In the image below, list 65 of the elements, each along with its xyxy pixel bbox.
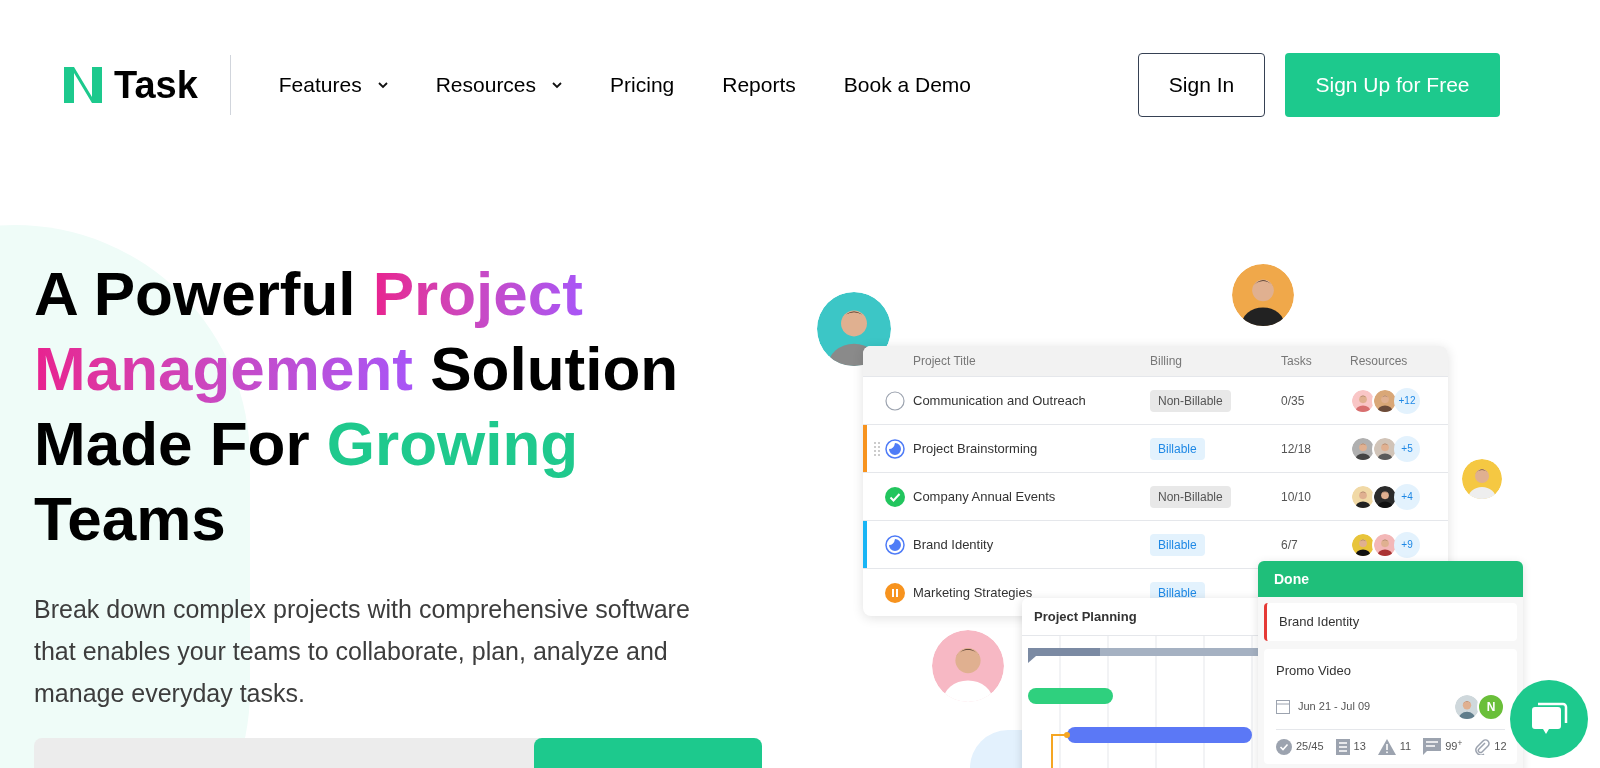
hero-description: Break down complex projects with comprehensive software that enables your teams to collaborate, plan, analyze and manage everyday tasks. [34, 594, 691, 709]
task-count: 10/10 [1281, 488, 1313, 506]
stat-count: 13 [1353, 739, 1366, 755]
task-count: 6/7 [1281, 536, 1299, 554]
drag-handle-icon[interactable] [873, 440, 881, 457]
column-title: Done [1274, 569, 1309, 589]
billing-tag: Non-Billable [1150, 389, 1231, 412]
avatar: N [1477, 692, 1505, 721]
avatar [1350, 387, 1376, 414]
heading-text: Solution [429, 334, 679, 403]
task-card[interactable]: Promo Video Jun 21 - Jul 09 N 25/45 13 11 99$^{+}$ 12 [1264, 649, 1517, 764]
nav-link[interactable]: Pricing [610, 69, 675, 101]
project-title: Company Annual Events [913, 487, 1057, 506]
billing-tag: Non-Billable [1150, 485, 1231, 508]
stat-count: 99$^{+}$ [1445, 738, 1463, 755]
list-icon [1335, 738, 1350, 755]
more-count: +12 [1394, 387, 1420, 414]
nav-link[interactable]: Features [278, 69, 388, 101]
nav-link[interactable]: Resources [435, 69, 563, 101]
heading-text: A Powerful [34, 259, 357, 328]
warning-icon [1377, 738, 1396, 755]
billing-tag: Billable [1150, 533, 1205, 556]
date-range: Jun 21 - Jul 09 [1298, 699, 1371, 715]
project-title: Communication and Outreach [913, 391, 1087, 410]
heading-text: Growing [326, 409, 579, 478]
heading-text: Made For [34, 409, 311, 478]
stat-count: 11 [1399, 739, 1412, 755]
check-circle-icon [885, 486, 905, 507]
column-header: Tasks [1281, 353, 1313, 370]
task-count: 0/35 [1281, 392, 1306, 410]
project-title: Marketing Strategies [913, 583, 1034, 602]
chevron-down-icon [377, 81, 388, 89]
avatar [1350, 435, 1376, 462]
progress-icon [885, 438, 905, 459]
avatar [1350, 483, 1376, 510]
calendar-icon [1276, 699, 1290, 714]
check-circle-icon [1276, 738, 1292, 755]
nav-link[interactable]: Book a Demo [843, 69, 972, 101]
sign-in-button[interactable]: Sign In [1138, 53, 1265, 117]
task-card[interactable]: Brand Identity [1264, 603, 1517, 641]
billing-tag: Billable [1150, 437, 1205, 460]
background-shape [970, 730, 1022, 768]
dependency-line [1051, 732, 1070, 768]
task-count: 12/18 [1281, 440, 1313, 458]
card-title: Promo Video [1276, 662, 1352, 680]
stat-count: 25/45 [1296, 739, 1324, 755]
more-count: +5 [1394, 435, 1420, 462]
heading-text: Teams [34, 484, 226, 553]
logo-text: Task [114, 62, 198, 108]
project-title: Brand Identity [913, 535, 995, 554]
more-count: +4 [1394, 483, 1420, 510]
more-count: +9 [1394, 531, 1420, 558]
chevron-down-icon [552, 81, 563, 89]
comment-icon [1423, 737, 1442, 756]
column-header: Resources [1350, 353, 1408, 370]
empty-circle-icon [885, 390, 905, 411]
project-title: Project Brainstorming [913, 439, 1039, 458]
stat-count: 12 [1494, 739, 1507, 755]
pause-icon [885, 582, 905, 603]
column-header: Billing [1150, 353, 1183, 370]
nav-link[interactable]: Reports [722, 69, 796, 101]
progress-icon [885, 534, 905, 555]
column-header: Project Title [913, 353, 977, 370]
gantt-title: Project Planning [1034, 607, 1137, 626]
paperclip-icon [1474, 738, 1491, 755]
